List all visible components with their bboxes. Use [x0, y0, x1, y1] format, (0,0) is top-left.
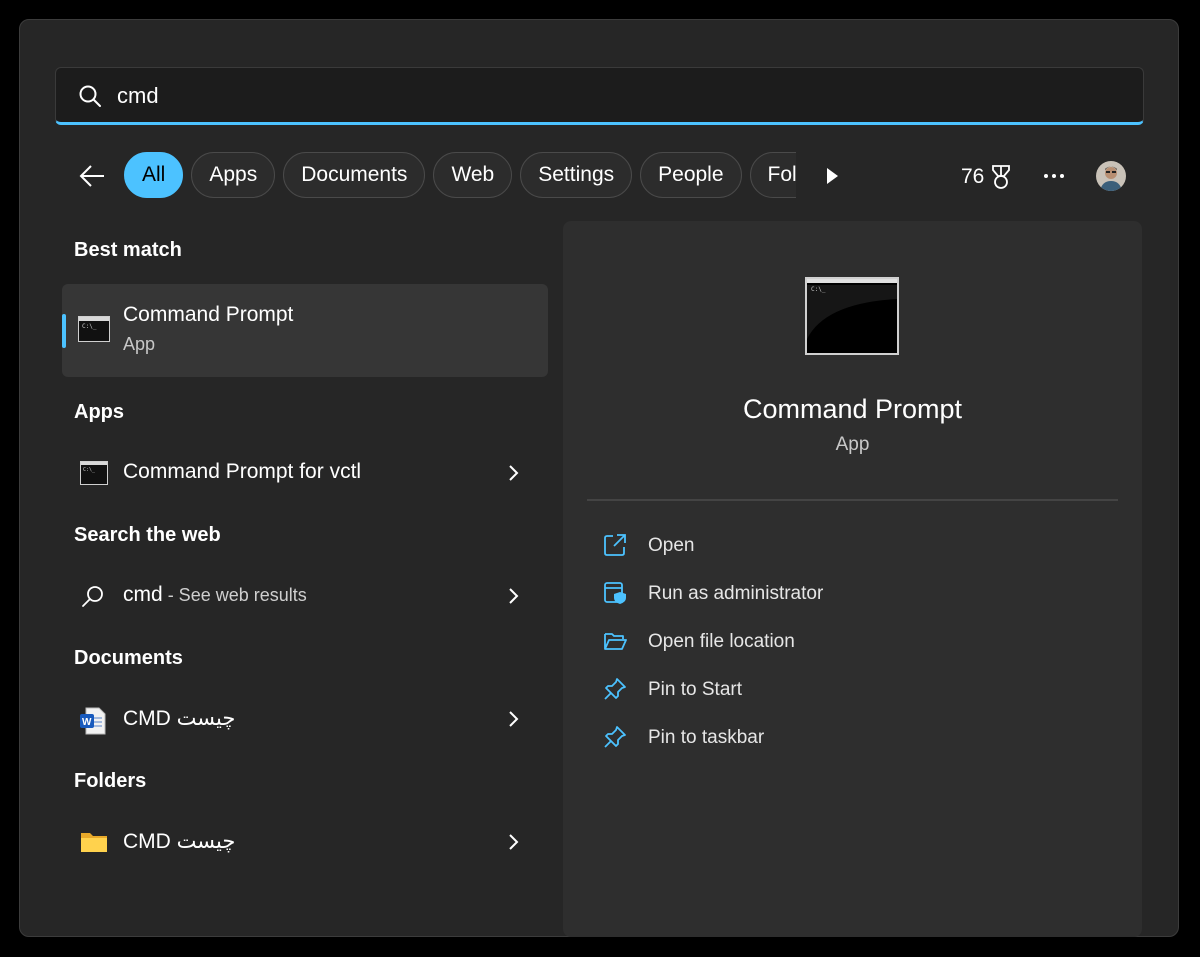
- document-result-item[interactable]: W CMD چیست: [62, 694, 548, 744]
- preview-divider: [587, 499, 1118, 501]
- filter-tab-people[interactable]: People: [640, 152, 742, 198]
- avatar-image: [1096, 161, 1126, 191]
- section-best-match: Best match: [74, 239, 182, 261]
- medal-icon: [992, 165, 1011, 189]
- svg-text:C:\_: C:\_: [82, 323, 97, 330]
- pin-icon: [604, 726, 626, 748]
- folder-result-item[interactable]: CMD چیست: [62, 817, 548, 867]
- action-open[interactable]: Open: [603, 525, 1023, 565]
- chevron-right-icon[interactable]: [506, 708, 522, 730]
- filter-tab-folders[interactable]: Fold: [749, 152, 796, 198]
- best-match-item[interactable]: C:\_ Command Prompt App: [62, 284, 548, 377]
- svg-text:C:\_: C:\_: [811, 286, 826, 293]
- action-pin-to-taskbar[interactable]: Pin to taskbar: [603, 717, 1023, 757]
- command-prompt-icon: C:\_: [80, 461, 108, 485]
- folder-result-label: CMD چیست: [123, 830, 236, 853]
- filter-tab-all[interactable]: All: [124, 152, 184, 198]
- folder-open-icon: [604, 633, 627, 650]
- preview-pane: C:\_ Command Prompt App Open Run as admi…: [563, 221, 1142, 937]
- rewards-points[interactable]: 76: [961, 164, 1014, 190]
- folder-icon: [81, 833, 107, 852]
- scroll-filters-right-icon[interactable]: [824, 166, 840, 186]
- command-prompt-large-icon: C:\_: [805, 277, 899, 355]
- word-document-icon: W: [80, 707, 106, 735]
- svg-text:C:\_: C:\_: [83, 467, 96, 473]
- document-result-label: CMD چیست: [123, 707, 236, 730]
- chevron-right-icon[interactable]: [506, 585, 522, 607]
- filter-tab-web[interactable]: Web: [433, 152, 513, 198]
- section-folders: Folders: [74, 770, 147, 792]
- more-options-icon[interactable]: [1041, 163, 1067, 189]
- user-avatar[interactable]: [1096, 161, 1126, 191]
- action-pin-to-start-label: Pin to Start: [648, 679, 742, 700]
- web-result-query: cmd: [123, 583, 163, 606]
- action-pin-to-taskbar-label: Pin to taskbar: [648, 727, 765, 748]
- open-external-icon: [604, 534, 626, 556]
- pin-icon: [604, 678, 626, 700]
- back-arrow-icon[interactable]: [78, 162, 106, 190]
- best-match-type: App: [123, 334, 156, 354]
- action-open-label: Open: [648, 535, 695, 556]
- filter-tab-apps[interactable]: Apps: [191, 152, 276, 198]
- chevron-right-icon[interactable]: [506, 831, 522, 853]
- section-documents: Documents: [74, 647, 183, 669]
- web-result-suffix: - See web results: [162, 585, 307, 605]
- svg-text:W: W: [82, 717, 92, 728]
- rewards-points-value: 76: [961, 165, 985, 188]
- search-icon: [82, 586, 103, 607]
- admin-shield-icon: [604, 582, 626, 604]
- chevron-right-icon[interactable]: [506, 462, 522, 484]
- action-run-as-admin[interactable]: Run as administrator: [603, 573, 1023, 613]
- search-icon: [79, 85, 101, 107]
- filter-tab-documents[interactable]: Documents: [283, 152, 426, 198]
- preview-subtitle: App: [835, 434, 870, 455]
- web-result-label: cmd - See web results: [123, 583, 307, 607]
- filter-tabs: All Apps Documents Web Settings People F…: [124, 152, 796, 200]
- app-result-label: Command Prompt for vctl: [123, 460, 362, 483]
- section-search-web: Search the web: [74, 524, 221, 546]
- web-result-item[interactable]: cmd - See web results: [62, 571, 548, 621]
- selection-indicator: [62, 314, 66, 348]
- best-match-title: Command Prompt: [123, 303, 294, 326]
- app-result-item[interactable]: C:\_ Command Prompt for vctl: [62, 448, 548, 498]
- action-open-file-location-label: Open file location: [648, 631, 795, 652]
- filter-tab-settings[interactable]: Settings: [520, 152, 633, 198]
- preview-title: Command Prompt: [742, 394, 963, 424]
- action-run-as-admin-label: Run as administrator: [648, 583, 824, 604]
- action-open-file-location[interactable]: Open file location: [603, 621, 1023, 661]
- search-box[interactable]: [55, 67, 1144, 125]
- search-input[interactable]: [117, 80, 1017, 112]
- section-apps: Apps: [74, 401, 124, 423]
- command-prompt-icon: C:\_: [78, 316, 110, 342]
- action-pin-to-start[interactable]: Pin to Start: [603, 669, 1023, 709]
